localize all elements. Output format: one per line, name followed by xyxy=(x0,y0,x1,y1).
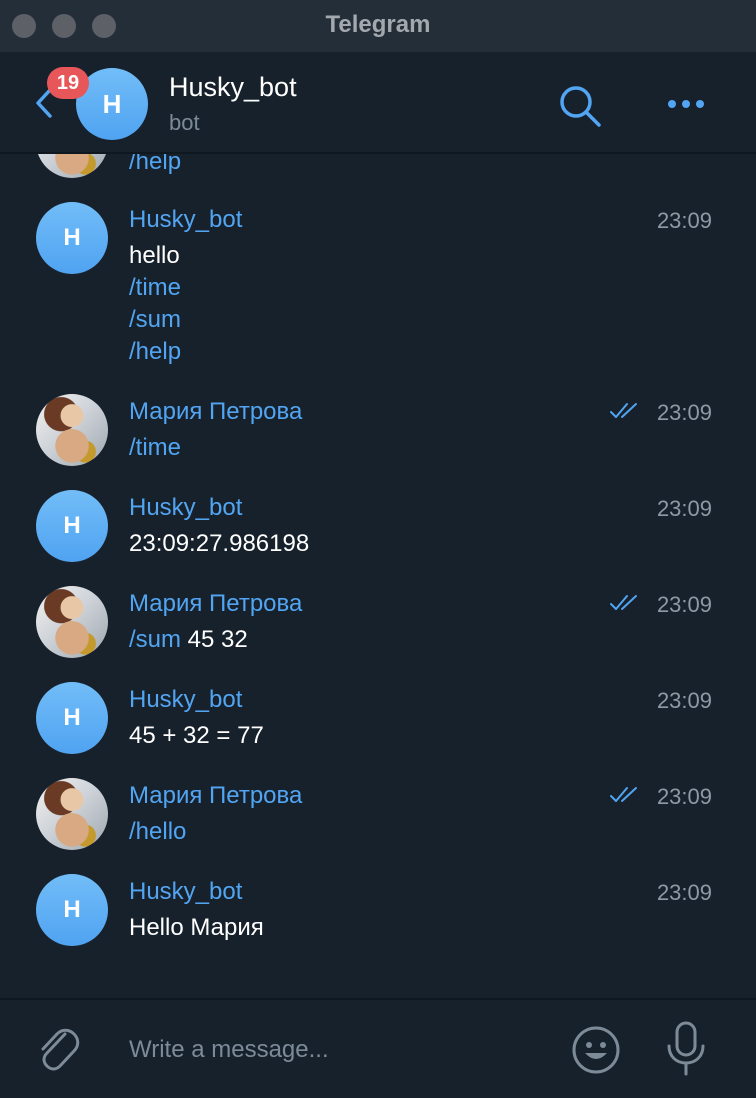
double-check-icon xyxy=(610,787,637,802)
chat-status: bot xyxy=(169,110,200,135)
paperclip-icon[interactable] xyxy=(34,1022,80,1076)
command-link[interactable]: /help xyxy=(129,338,181,366)
message-time: 23:09 xyxy=(656,496,712,521)
message-args: 45 32 xyxy=(181,626,248,653)
user-avatar[interactable] xyxy=(36,394,108,466)
message-sender[interactable]: Мария Петрова xyxy=(129,398,302,426)
search-icon[interactable] xyxy=(556,82,604,130)
microphone-icon[interactable] xyxy=(664,1020,708,1078)
message-text: /time xyxy=(129,434,181,462)
unread-badge[interactable]: 19 xyxy=(47,67,89,99)
message-sender[interactable]: Мария Петрова xyxy=(129,782,302,810)
message-text: /sum 45 32 xyxy=(129,626,248,654)
message-text: 45 + 32 = 77 xyxy=(129,722,264,749)
message-sender[interactable]: Husky_bot xyxy=(129,206,242,234)
command-link[interactable]: /help xyxy=(129,154,181,176)
chat-title[interactable]: Husky_bot xyxy=(169,72,297,103)
bot-avatar[interactable]: H xyxy=(36,874,108,946)
message-sender[interactable]: Husky_bot xyxy=(129,878,242,906)
command-link[interactable]: /sum xyxy=(129,626,181,653)
command-link[interactable]: /hello xyxy=(129,818,186,845)
window-titlebar: Telegram xyxy=(0,0,756,52)
message-text: 23:09:27.986198 xyxy=(129,530,310,557)
command-link[interactable]: /sum xyxy=(129,306,181,334)
more-icon[interactable] xyxy=(662,90,710,118)
command-link[interactable]: /time xyxy=(129,434,181,461)
message-time: 23:09 xyxy=(656,208,712,233)
message-sender[interactable]: Мария Петрова xyxy=(129,590,302,618)
user-avatar[interactable] xyxy=(36,778,108,850)
message-text: hello xyxy=(129,242,180,269)
message-list[interactable]: /help H Husky_bot 23:09 hello /time /sum… xyxy=(0,154,756,998)
message-composer xyxy=(0,998,756,1098)
user-avatar[interactable] xyxy=(36,586,108,658)
message-sender[interactable]: Husky_bot xyxy=(129,686,242,714)
bot-avatar[interactable]: H xyxy=(36,490,108,562)
message-time: 23:09 xyxy=(656,400,712,425)
command-link[interactable]: /time xyxy=(129,274,181,302)
bot-avatar[interactable]: H xyxy=(36,202,108,274)
double-check-icon xyxy=(610,403,637,418)
emoji-icon[interactable] xyxy=(570,1024,622,1076)
user-avatar[interactable] xyxy=(36,154,108,178)
message-time: 23:09 xyxy=(656,688,712,713)
message-sender[interactable]: Husky_bot xyxy=(129,494,242,522)
chat-header: 19 H Husky_bot bot xyxy=(0,52,756,154)
bot-avatar[interactable]: H xyxy=(36,682,108,754)
message-time: 23:09 xyxy=(656,592,712,617)
message-text: Hello Мария xyxy=(129,914,264,941)
message-input[interactable] xyxy=(129,1032,529,1068)
message-time: 23:09 xyxy=(656,784,712,809)
message-time: 23:09 xyxy=(656,880,712,905)
window-title: Telegram xyxy=(325,11,431,38)
message-text: /hello xyxy=(129,818,186,846)
double-check-icon xyxy=(610,595,637,610)
